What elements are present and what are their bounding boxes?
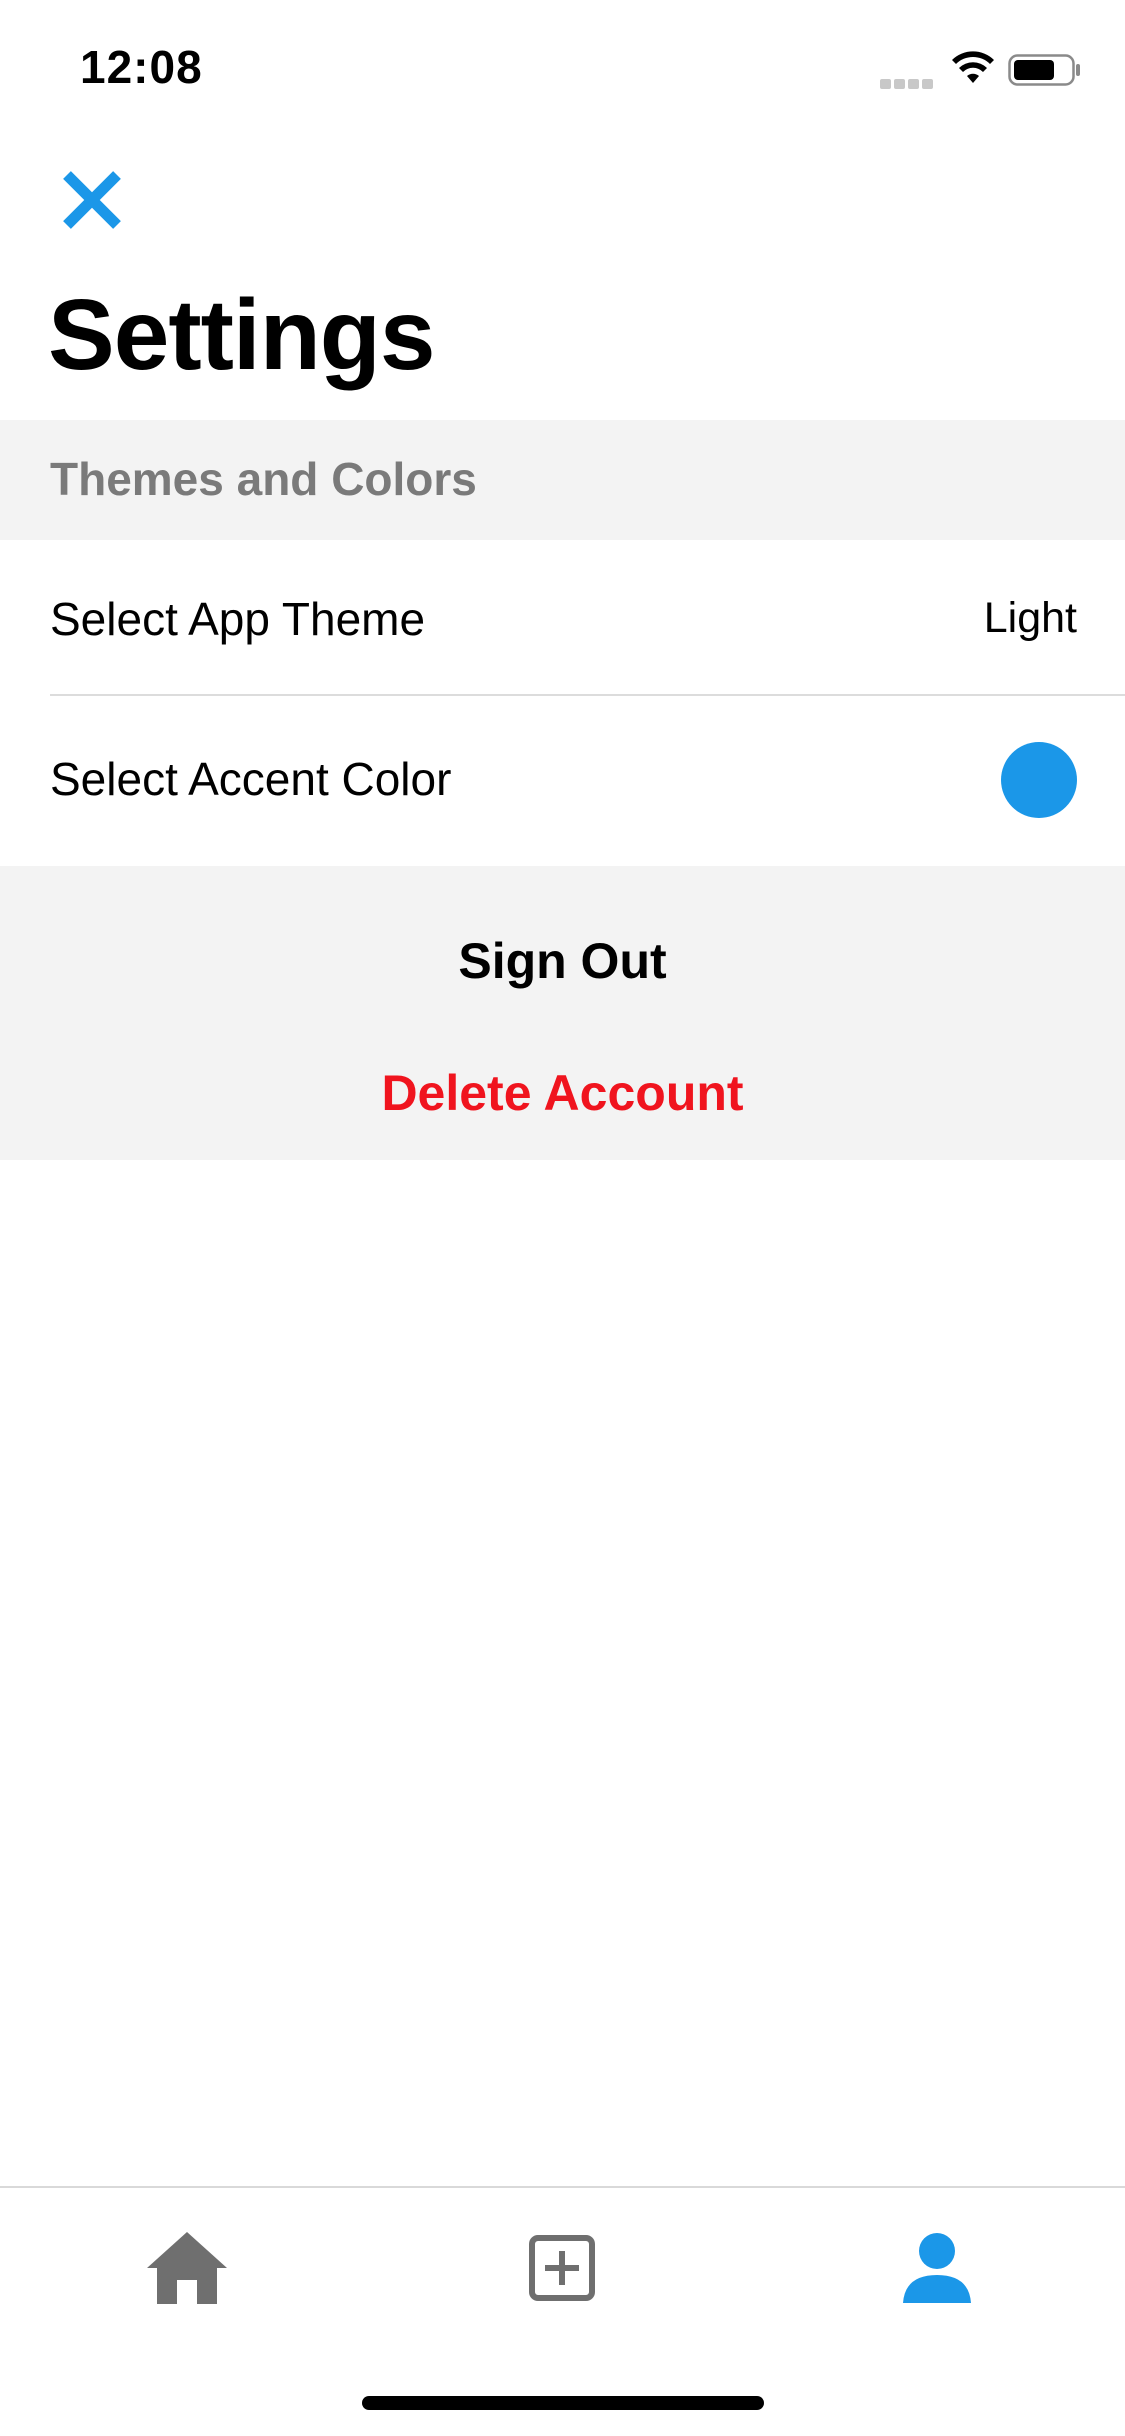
section-header-themes: Themes and Colors [0,420,1125,540]
wifi-icon [952,51,994,83]
select-accent-color-label: Select Accent Color [50,753,452,805]
select-accent-color-row[interactable]: Select Accent Color [0,696,1125,866]
account-actions: Sign Out Delete Account [0,866,1125,1160]
tab-home[interactable] [127,2218,247,2318]
add-square-icon [529,2235,595,2301]
status-bar: 12:08 [0,0,1125,132]
close-icon [63,171,121,229]
select-app-theme-row[interactable]: Select App Theme Light [0,540,1125,695]
app-theme-value: Light [983,594,1077,642]
home-indicator [362,2396,764,2410]
accent-color-swatch[interactable] [1001,742,1077,818]
tab-add[interactable] [502,2218,622,2318]
close-button[interactable] [52,160,132,240]
cellular-signal-icon [880,76,936,89]
page-title: Settings [48,279,435,391]
battery-icon [1008,54,1080,86]
select-app-theme-label: Select App Theme [50,593,426,645]
home-icon [147,2232,227,2304]
status-time: 12:08 [80,41,203,93]
tab-profile[interactable] [877,2218,997,2318]
delete-account-button[interactable]: Delete Account [0,1038,1125,1148]
section-header-label: Themes and Colors [50,453,477,505]
sign-out-button[interactable]: Sign Out [0,906,1125,1016]
profile-icon [903,2233,971,2303]
settings-screen: 12:08 Settings Themes and Colors Select … [0,0,1125,2436]
